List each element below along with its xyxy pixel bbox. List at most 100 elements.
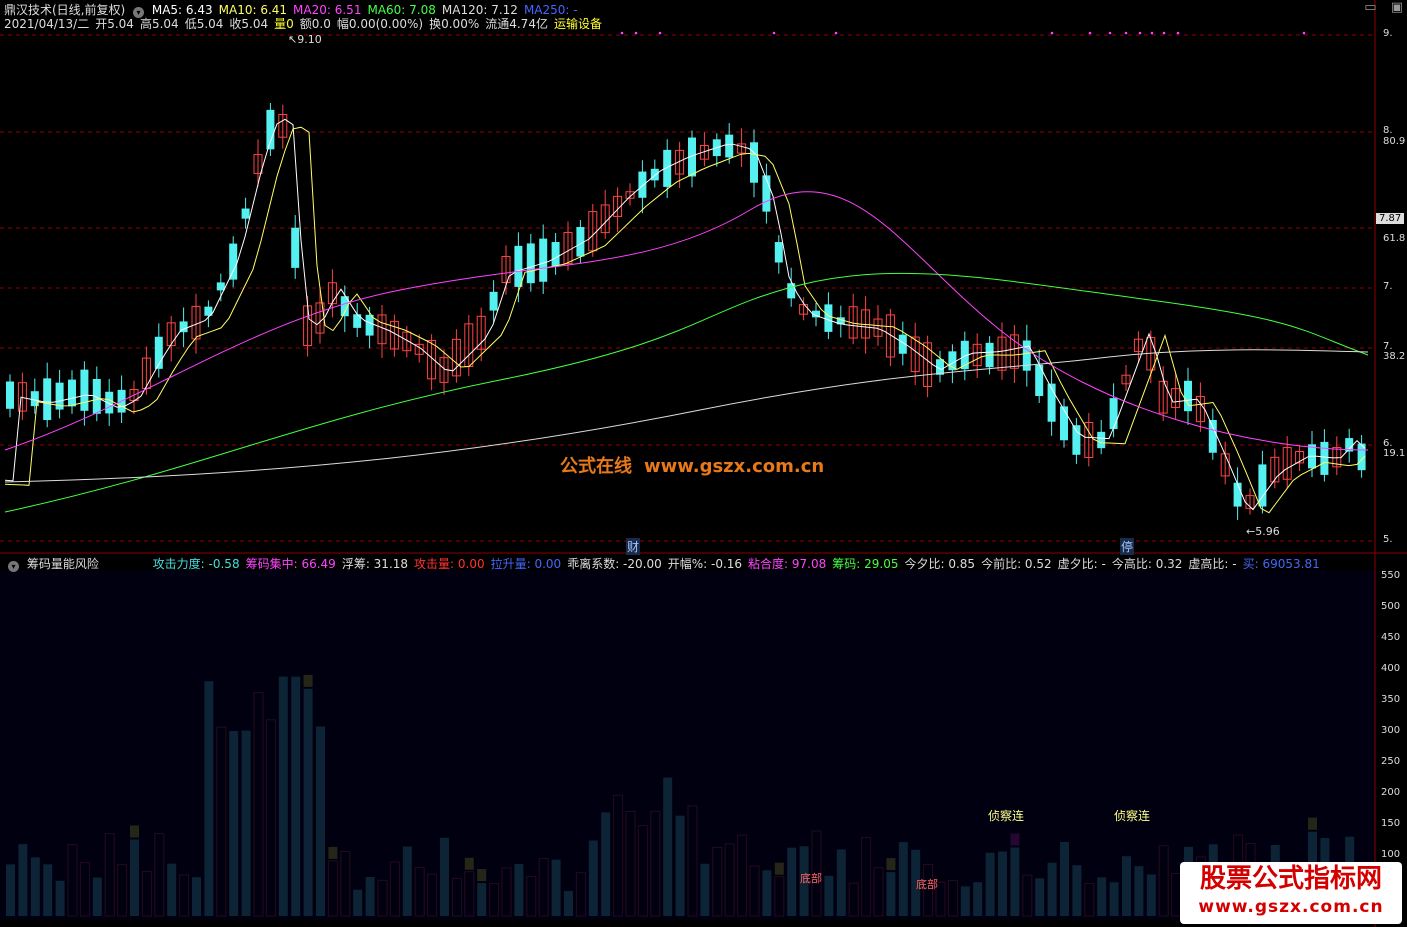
value-item: 低5.04 — [184, 17, 224, 31]
value-item: 攻击力度: -0.58 — [152, 557, 240, 571]
signal-dot — [1124, 31, 1128, 35]
value-item: MA10: 6.41 — [218, 3, 288, 17]
candle-body — [216, 282, 225, 291]
indicator-header: ▾ 筹码量能风险 攻击力度: -0.58 筹码集中: 66.49 浮筹: 31.18… — [4, 556, 1326, 572]
window-controls: ▭ ▣ — [1354, 0, 1403, 15]
value-item: 今夕比: 0.85 — [904, 557, 976, 571]
candle-body — [43, 378, 52, 421]
price-tick-label: 5. — [1383, 534, 1393, 545]
value-item: 筹码: 29.05 — [832, 557, 899, 571]
value-item: 筹码集中: 66.49 — [245, 557, 336, 571]
marker-suspended[interactable]: 停 — [1120, 538, 1135, 555]
candle-body — [638, 171, 647, 198]
signal-dot — [620, 31, 624, 35]
restore-icon[interactable]: ▣ — [1391, 0, 1403, 15]
indicator-tick-label: 400 — [1381, 663, 1401, 674]
value-item: 收5.04 — [229, 17, 269, 31]
marker-finance[interactable]: 财 — [626, 538, 641, 555]
value-item: 换0.00% — [429, 17, 480, 31]
candle-body — [725, 134, 734, 158]
value-item: 粘合度: 97.08 — [748, 557, 827, 571]
value-item: 浮筹: 31.18 — [341, 557, 409, 571]
candle-body — [241, 208, 250, 219]
candle-body — [30, 391, 39, 407]
value-item: 买: 69053.81 — [1242, 557, 1320, 571]
annotation-bottom: 底部 — [800, 872, 822, 885]
value-item: MA250: - — [523, 3, 578, 17]
chevron-down-icon[interactable]: ▾ — [8, 561, 19, 572]
app-title[interactable]: 鼎汉技术(日线,前复权) — [4, 3, 125, 17]
signal-dot — [1108, 31, 1112, 35]
price-tick-label: 9. — [1383, 28, 1393, 39]
high-price-label: ↖9.10 — [288, 33, 322, 46]
candle-body — [514, 245, 523, 287]
candle-body — [539, 238, 548, 282]
candle-body — [787, 283, 796, 299]
annotation-scout: 侦察连 — [1114, 809, 1151, 823]
candle-body — [526, 243, 535, 284]
brand-logo: 股票公式指标网 www.gszx.com.cn — [1180, 862, 1402, 924]
price-tick-label: 80.9 — [1383, 136, 1406, 147]
maximize-icon[interactable]: ▭ — [1364, 0, 1376, 15]
price-tick-label: 38.2 — [1383, 351, 1406, 362]
candle-body — [824, 304, 833, 332]
indicator-tick-label: 150 — [1381, 818, 1401, 829]
signal-dot — [1150, 31, 1154, 35]
value-item: 幅0.00(0.00%) — [336, 17, 424, 31]
indicator-tick-label: 500 — [1381, 601, 1401, 612]
value-item: 虚高比: - — [1188, 557, 1237, 571]
candle-body — [68, 379, 76, 407]
indicator-title[interactable]: 筹码量能风险 — [27, 557, 99, 571]
candle-body — [1208, 419, 1217, 453]
value-item: 乖离系数: -20.00 — [567, 557, 662, 571]
value-item: 今高比: 0.32 — [1111, 557, 1183, 571]
annotation-scout: 侦察连 — [988, 809, 1025, 823]
value-item: 2021/04/13/二 — [4, 17, 90, 31]
value-item: 额0.0 — [299, 17, 331, 31]
value-item: 拉升量: 0.00 — [490, 557, 562, 571]
signal-dot — [658, 31, 662, 35]
signal-dot — [772, 31, 776, 35]
candle-body — [365, 314, 374, 336]
candle-body — [1184, 380, 1192, 412]
candle-body — [551, 242, 560, 267]
signal-dot — [1162, 31, 1166, 35]
quote-values: 2021/04/13/二 开5.04 高5.04 低5.04 收5.04 量0 额0.0 幅0… — [4, 17, 608, 31]
signal-dot — [1176, 31, 1180, 35]
value-item: MA120: 7.12 — [441, 3, 518, 17]
value-item: 高5.04 — [139, 17, 179, 31]
value-item: 虚夕比: - — [1057, 557, 1106, 571]
candle-body — [1072, 425, 1081, 455]
quote-bar: 2021/04/13/二 开5.04 高5.04 低5.04 收5.04 量0 额0.0 幅0… — [4, 16, 608, 32]
candle-body — [1097, 431, 1106, 449]
value-item: MA60: 7.08 — [367, 3, 436, 17]
candle-body — [1320, 441, 1329, 475]
candle-body — [1233, 482, 1242, 507]
candle-body — [1022, 340, 1031, 371]
candle-body — [80, 369, 89, 411]
value-item: 攻击量: 0.00 — [414, 557, 485, 571]
candle-body — [291, 227, 300, 268]
signal-dot — [1138, 31, 1142, 35]
candle-body — [650, 168, 659, 181]
value-item: MA20: 6.51 — [293, 3, 362, 17]
price-tick-label: 19.1 — [1383, 448, 1406, 459]
indicator-tick-label: 100 — [1381, 849, 1401, 860]
indicator-tick-label: 250 — [1381, 756, 1401, 767]
candle-body — [229, 243, 238, 280]
candle-body — [6, 381, 14, 409]
price-tick-label: 61.8 — [1383, 233, 1406, 244]
candle-body — [774, 242, 783, 263]
value-item: 今前比: 0.52 — [981, 557, 1052, 571]
price-tick-label: 8. — [1383, 125, 1393, 136]
value-item: 开5.04 — [95, 17, 134, 31]
price-tick-label: 7. — [1383, 281, 1393, 292]
candle-body — [1060, 406, 1068, 441]
price-tick-label: 7.87 — [1376, 213, 1405, 224]
signal-dot — [1050, 31, 1054, 35]
indicator-tick-label: 550 — [1381, 570, 1401, 581]
indicator-tick-label: 200 — [1381, 787, 1401, 798]
value-item: 运输设备 — [553, 17, 602, 31]
signal-dots — [620, 31, 1306, 35]
indicator-values: 攻击力度: -0.58 筹码集中: 66.49 浮筹: 31.18 攻击量: 0.00… — [153, 557, 1326, 571]
